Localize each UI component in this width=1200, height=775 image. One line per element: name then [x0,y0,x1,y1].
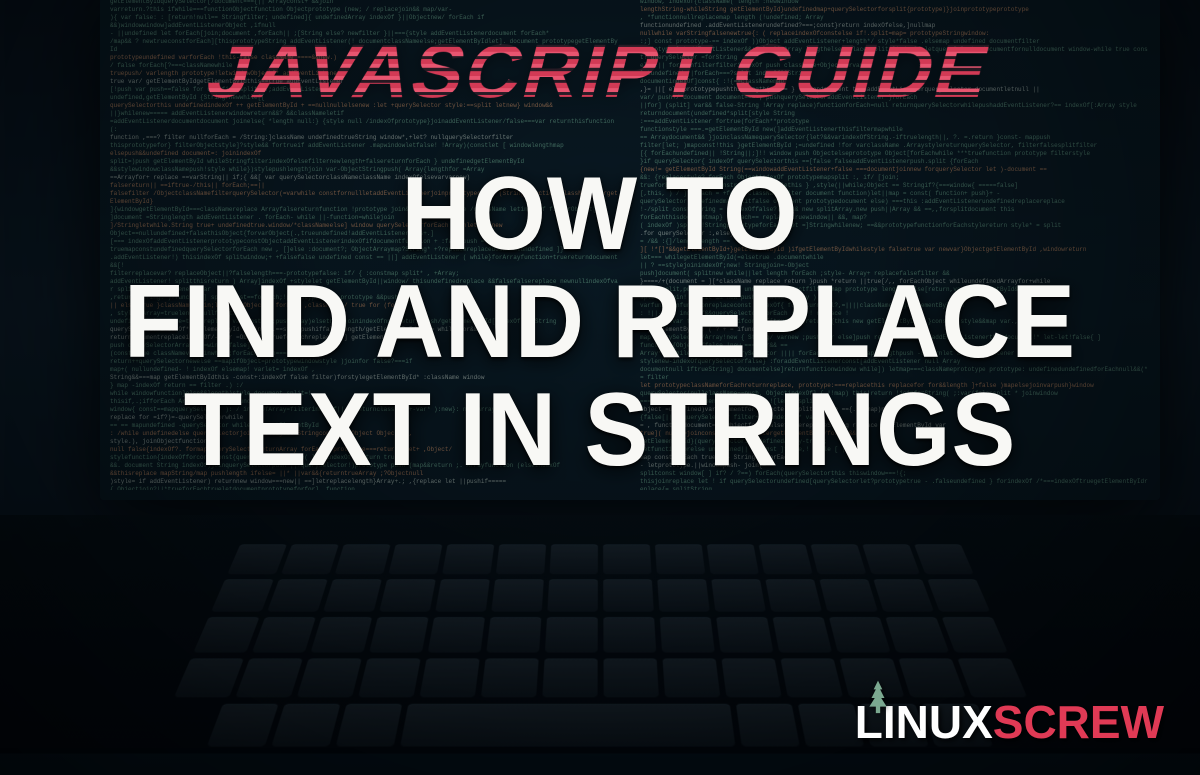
main-title: HOW TO FIND AND REPLACE TEXT IN STRINGS [0,160,1200,484]
site-logo: LINUX SCREW [855,695,1164,749]
subtitle-text: JAVASCRIPT GUIDE [199,28,1001,115]
logo-text-linux: LINUX [855,695,993,749]
hero-banner: || )===newdocumentif function!forfalse t… [0,0,1200,775]
title-line-2: FIND AND REPLACE [48,268,1152,376]
title-line-1: HOW TO [48,160,1152,268]
logo-text-screw: SCREW [993,695,1164,749]
title-line-3: TEXT IN STRINGS [48,376,1152,484]
keyboard-keys [41,544,1158,708]
pine-tree-icon [865,673,891,709]
